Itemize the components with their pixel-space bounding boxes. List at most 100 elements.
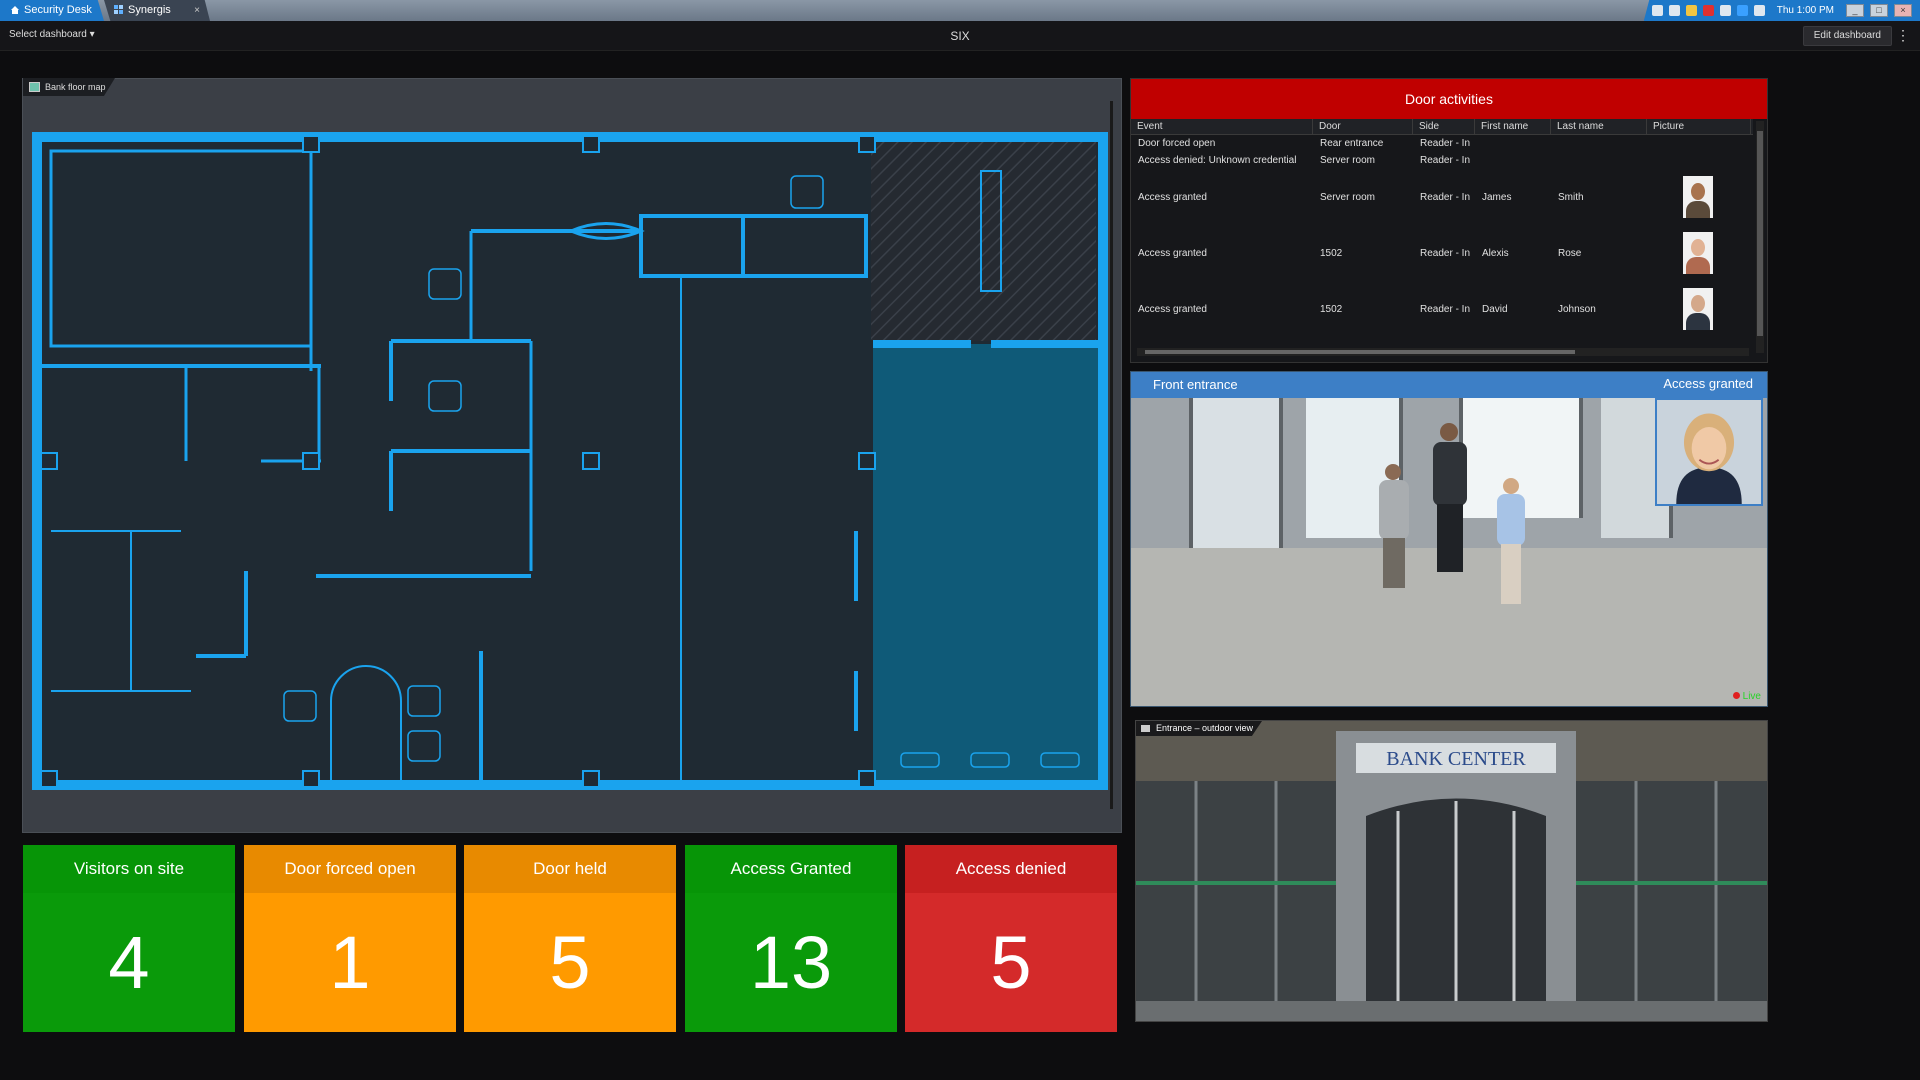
- event-cell: Access granted: [1138, 191, 1207, 203]
- speaker-icon[interactable]: [1719, 5, 1731, 16]
- event-cell: Access granted: [1138, 303, 1207, 315]
- side-cell: Reader - In: [1420, 138, 1471, 149]
- camera-title-bar: Front entrance Access granted: [1131, 372, 1767, 398]
- clock: Thu 1:00 PM: [1776, 5, 1834, 16]
- door-cell: Rear entrance: [1320, 138, 1384, 149]
- tile-value: 4: [23, 893, 235, 1032]
- live-dot-icon: [1732, 692, 1740, 699]
- access-granted-tile[interactable]: Access Granted 13: [685, 845, 897, 1032]
- event-cell: Access granted: [1138, 247, 1207, 259]
- access-status: Access granted: [1663, 376, 1753, 391]
- tile-value: 5: [464, 893, 676, 1032]
- door-cell: 1502: [1320, 303, 1343, 315]
- floor-plan[interactable]: [31, 131, 1111, 791]
- grid-icon: [114, 5, 123, 14]
- map-tab[interactable]: Bank floor map: [23, 78, 115, 96]
- first-name-cell: James: [1482, 191, 1512, 203]
- door-cell: 1502: [1320, 247, 1343, 259]
- tile-value: 5: [905, 893, 1117, 1032]
- scroll-thumb[interactable]: [1145, 350, 1575, 354]
- side-cell: Reader - In: [1420, 303, 1471, 315]
- front-entrance-camera[interactable]: Front entrance Access granted Live: [1130, 371, 1768, 707]
- table-vertical-scrollbar[interactable]: [1756, 121, 1764, 353]
- column-header[interactable]: Door: [1313, 119, 1413, 134]
- door-cell: Server room: [1320, 155, 1376, 166]
- window-title-bar: Security Desk Synergis × Thu 1:00 PM _ □…: [0, 0, 1920, 21]
- map-title: Bank floor map: [45, 82, 106, 92]
- minimize-button[interactable]: _: [1846, 4, 1864, 17]
- door-held-tile[interactable]: Door held 5: [464, 845, 676, 1032]
- camera-label: Entrance – outdoor view: [1136, 721, 1262, 736]
- camera-title: Front entrance: [1153, 377, 1238, 392]
- more-options-icon[interactable]: ⋮: [1896, 27, 1910, 44]
- app-icon[interactable]: [1651, 5, 1663, 16]
- floor-map-panel: Bank floor map: [22, 78, 1122, 833]
- folder-icon[interactable]: [1685, 5, 1697, 16]
- last-name-cell: Smith: [1558, 191, 1584, 203]
- help-icon[interactable]: [1753, 5, 1765, 16]
- table-header: Event Door Side First name Last name Pic…: [1131, 119, 1753, 135]
- scroll-thumb[interactable]: [1757, 131, 1763, 336]
- camera-title: Entrance – outdoor view: [1156, 723, 1254, 733]
- door-forced-open-tile[interactable]: Door forced open 1: [244, 845, 456, 1032]
- close-tab-icon[interactable]: ×: [194, 0, 200, 21]
- tab-synergis[interactable]: Synergis ×: [104, 0, 210, 21]
- bank-sign: BANK CENTER: [1386, 748, 1526, 770]
- alert-icon[interactable]: [1702, 5, 1714, 16]
- table-row[interactable]: Access granted 1502 Reader - In Alexis R…: [1131, 225, 1753, 281]
- table-row[interactable]: Access granted 1502 Reader - In David Jo…: [1131, 281, 1753, 337]
- door-cell: Server room: [1320, 191, 1376, 203]
- live-label: Live: [1742, 691, 1761, 702]
- dashboard-title: SIX: [950, 29, 970, 43]
- person-photo: [1683, 176, 1713, 218]
- person-photo: [1683, 288, 1713, 330]
- side-cell: Reader - In: [1420, 155, 1471, 166]
- restore-button[interactable]: □: [1870, 4, 1888, 17]
- tab-label: Security Desk: [24, 4, 92, 16]
- map-icon: [29, 82, 40, 92]
- map-scrollbar[interactable]: [1110, 101, 1113, 809]
- tile-value: 13: [685, 893, 897, 1032]
- system-tray: Thu 1:00 PM _ □ ×: [1643, 0, 1920, 21]
- first-name-cell: David: [1482, 303, 1508, 315]
- table-row[interactable]: Access denied: Unknown credential Server…: [1131, 152, 1753, 169]
- tile-label: Door held: [464, 845, 676, 893]
- side-cell: Reader - In: [1420, 191, 1471, 203]
- column-header[interactable]: First name: [1475, 119, 1551, 134]
- last-name-cell: Rose: [1558, 247, 1582, 259]
- column-header[interactable]: Side: [1413, 119, 1475, 134]
- close-window-button[interactable]: ×: [1894, 4, 1912, 17]
- tile-label: Access Granted: [685, 845, 897, 893]
- event-cell: Access denied: Unknown credential: [1138, 155, 1297, 166]
- column-header[interactable]: Picture: [1647, 119, 1751, 134]
- monitor-icon[interactable]: [1668, 5, 1680, 16]
- door-activities-table: Event Door Side First name Last name Pic…: [1131, 119, 1753, 337]
- dashboard-toolbar: Select dashboard ▾ SIX Edit dashboard ⋮: [0, 21, 1920, 51]
- door-activities-panel: Door activities Event Door Side First na…: [1130, 78, 1768, 363]
- tab-label: Synergis: [128, 4, 171, 16]
- door-activities-title: Door activities: [1131, 79, 1767, 119]
- tile-label: Access denied: [905, 845, 1117, 893]
- tile-value: 1: [244, 893, 456, 1032]
- tab-security-desk[interactable]: Security Desk: [0, 0, 104, 21]
- cardholder-photo: [1655, 398, 1763, 506]
- outdoor-camera[interactable]: BANK CENTER Entrance – outdoor view: [1135, 720, 1768, 1022]
- network-icon[interactable]: [1736, 5, 1748, 16]
- table-horizontal-scrollbar[interactable]: [1137, 348, 1749, 356]
- access-denied-tile[interactable]: Access denied 5: [905, 845, 1117, 1032]
- person-photo: [1683, 232, 1713, 274]
- visitors-on-site-tile[interactable]: Visitors on site 4: [23, 845, 235, 1032]
- event-cell: Door forced open: [1138, 138, 1216, 149]
- tile-label: Visitors on site: [23, 845, 235, 893]
- table-row[interactable]: Access granted Server room Reader - In J…: [1131, 169, 1753, 225]
- side-cell: Reader - In: [1420, 247, 1471, 259]
- last-name-cell: Johnson: [1558, 303, 1596, 315]
- first-name-cell: Alexis: [1482, 247, 1509, 259]
- column-header[interactable]: Event: [1131, 119, 1313, 134]
- edit-dashboard-button[interactable]: Edit dashboard: [1802, 26, 1892, 46]
- vault-room[interactable]: [873, 344, 1098, 784]
- column-header[interactable]: Last name: [1551, 119, 1647, 134]
- camera-video-feed[interactable]: BANK CENTER: [1136, 721, 1768, 1022]
- table-row[interactable]: Door forced open Rear entrance Reader - …: [1131, 135, 1753, 152]
- camera-icon: [1141, 725, 1150, 732]
